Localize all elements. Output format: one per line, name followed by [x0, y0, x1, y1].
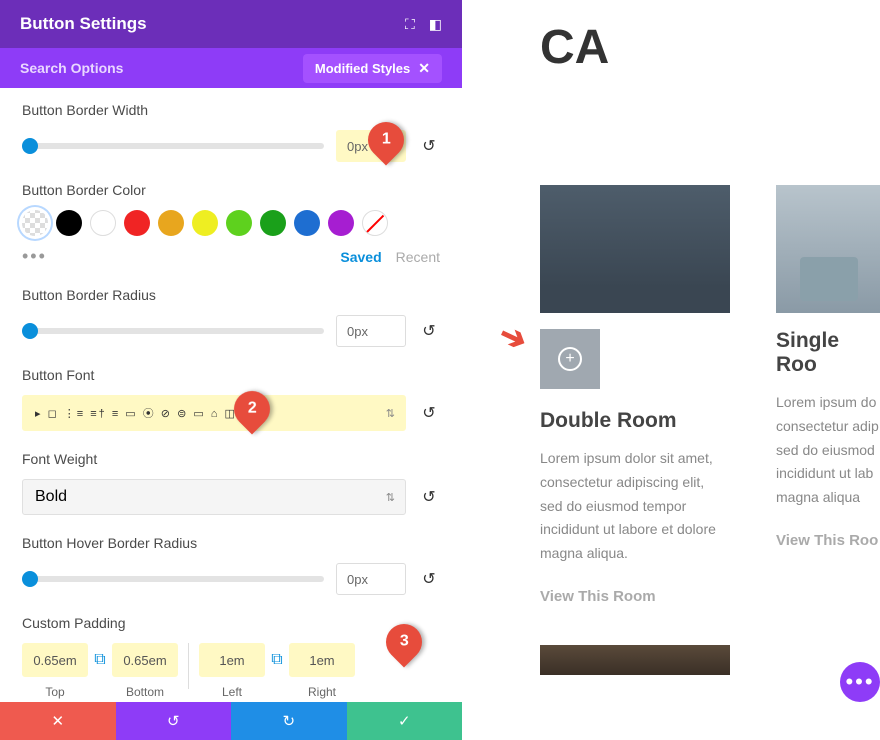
hover-radius-slider[interactable]	[22, 576, 324, 582]
card-title: Double Room	[540, 409, 730, 433]
card-image	[540, 645, 730, 675]
settings-content: Button Border Width ↺ Button Border Colo…	[0, 88, 462, 702]
hover-radius-input[interactable]	[336, 563, 406, 595]
padding-right-input[interactable]	[289, 643, 355, 677]
modified-styles-badge[interactable]: Modified Styles ✕	[303, 54, 442, 83]
hover-radius-label: Button Hover Border Radius	[22, 535, 440, 551]
card-single-room: Single Roo Lorem ipsum do consectetur ad…	[776, 185, 880, 691]
font-select[interactable]: ▸ ◻ ⋮≡ ≡† ≡ ▭ ⦿ ⊘ ⊜ ▭ ⌂ ◫ ⚠ ⇅	[22, 395, 406, 431]
card-image	[540, 185, 730, 313]
border-width-slider[interactable]	[22, 143, 324, 149]
redo-button[interactable]: ↻	[231, 702, 347, 740]
color-orange[interactable]	[158, 210, 184, 236]
panel-title: Button Settings	[20, 14, 405, 34]
border-width-label: Button Border Width	[22, 102, 440, 118]
reset-icon[interactable]: ↺	[418, 320, 440, 342]
padding-top-input[interactable]	[22, 643, 88, 677]
color-yellow[interactable]	[192, 210, 218, 236]
card-image	[776, 185, 880, 313]
padding-label: Custom Padding	[22, 615, 440, 631]
padding-bottom-input[interactable]	[112, 643, 178, 677]
font-label: Button Font	[22, 367, 440, 383]
card-link[interactable]: View This Room	[540, 588, 730, 605]
panel-header: Button Settings ⛶ ◧	[0, 0, 462, 48]
bottom-bar: ✕ ↺ ↻ ✓	[0, 702, 462, 740]
padding-left-input[interactable]	[199, 643, 265, 677]
color-green[interactable]	[260, 210, 286, 236]
saved-tab[interactable]: Saved	[340, 249, 381, 265]
close-icon[interactable]: ✕	[418, 60, 430, 77]
subheader: Search Options Modified Styles ✕	[0, 48, 462, 88]
undo-button[interactable]: ↺	[116, 702, 232, 740]
card-title: Single Roo	[776, 329, 880, 377]
color-transparent[interactable]	[22, 210, 48, 236]
page-heading: CA	[540, 20, 880, 75]
layout-icon[interactable]: ◧	[429, 16, 442, 33]
color-white[interactable]	[90, 210, 116, 236]
reset-icon[interactable]: ↺	[418, 568, 440, 590]
color-none[interactable]	[362, 210, 388, 236]
link-icon[interactable]: ⧉	[88, 643, 112, 677]
reset-icon[interactable]: ↺	[418, 135, 440, 157]
font-weight-select[interactable]: Bold ⇅	[22, 479, 406, 515]
color-blue[interactable]	[294, 210, 320, 236]
color-black[interactable]	[56, 210, 82, 236]
add-button[interactable]: +	[540, 329, 600, 389]
reset-icon[interactable]: ↺	[418, 402, 440, 424]
font-weight-label: Font Weight	[22, 451, 440, 467]
border-radius-input[interactable]	[336, 315, 406, 347]
color-red[interactable]	[124, 210, 150, 236]
chevron-updown-icon: ⇅	[386, 491, 395, 504]
border-radius-label: Button Border Radius	[22, 287, 440, 303]
border-radius-slider[interactable]	[22, 328, 324, 334]
expand-icon[interactable]: ⛶	[405, 16, 415, 33]
plus-icon: +	[558, 347, 582, 371]
more-dots-icon[interactable]: •••	[22, 246, 47, 267]
color-purple[interactable]	[328, 210, 354, 236]
link-icon[interactable]: ⧉	[265, 643, 289, 677]
border-color-label: Button Border Color	[22, 182, 440, 198]
color-swatches	[22, 210, 440, 236]
search-options-label: Search Options	[20, 60, 303, 76]
discard-button[interactable]: ✕	[0, 702, 116, 740]
color-lime[interactable]	[226, 210, 252, 236]
fab-button[interactable]: •••	[840, 662, 880, 702]
save-button[interactable]: ✓	[347, 702, 463, 740]
recent-tab[interactable]: Recent	[396, 249, 440, 265]
chevron-updown-icon: ⇅	[386, 407, 395, 420]
card-double-room: + Double Room Lorem ipsum dolor sit amet…	[540, 185, 730, 691]
card-link[interactable]: View This Roo	[776, 532, 880, 549]
preview-area: CA + Double Room Lorem ipsum dolor sit a…	[462, 0, 880, 740]
reset-icon[interactable]: ↺	[418, 486, 440, 508]
card-text: Lorem ipsum dolor sit amet, consectetur …	[540, 447, 730, 566]
card-text: Lorem ipsum do consectetur adip sed do e…	[776, 391, 880, 510]
